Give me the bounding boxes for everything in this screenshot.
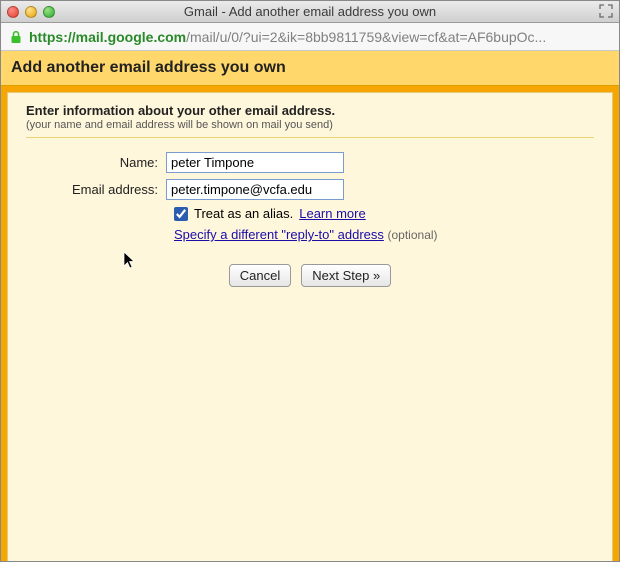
reply-to-row: Specify a different "reply-to" address (… — [174, 227, 594, 242]
learn-more-link[interactable]: Learn more — [299, 206, 365, 221]
url-bar[interactable]: https://mail.google.com/mail/u/0/?ui=2&i… — [1, 23, 619, 51]
popup-window: Gmail - Add another email address you ow… — [0, 0, 620, 562]
cancel-button[interactable]: Cancel — [229, 264, 291, 287]
window-title: Gmail - Add another email address you ow… — [1, 4, 619, 19]
page-header: Add another email address you own — [1, 51, 619, 86]
page-title: Add another email address you own — [11, 59, 609, 77]
url-host: ://mail.google.com — [63, 29, 186, 45]
url-path: /mail/u/0/?ui=2&ik=8bb9811759&view=cf&at… — [186, 29, 546, 45]
expand-icon[interactable] — [599, 4, 613, 18]
button-row: Cancel Next Step » — [26, 264, 594, 287]
alias-label: Treat as an alias. — [194, 206, 293, 221]
email-label: Email address: — [26, 182, 166, 197]
form-card: Enter information about your other email… — [7, 92, 613, 561]
url-text: https://mail.google.com/mail/u/0/?ui=2&i… — [29, 29, 611, 45]
page-content: Add another email address you own Enter … — [1, 51, 619, 561]
divider — [26, 137, 594, 138]
email-row: Email address: — [26, 179, 594, 200]
alias-row: Treat as an alias. Learn more — [174, 206, 594, 221]
reply-to-link[interactable]: Specify a different "reply-to" address — [174, 227, 384, 242]
email-input[interactable] — [166, 179, 344, 200]
url-scheme: https — [29, 29, 63, 45]
name-input[interactable] — [166, 152, 344, 173]
section-title: Enter information about your other email… — [26, 103, 594, 118]
section-subtitle: (your name and email address will be sho… — [26, 119, 594, 131]
reply-to-optional: (optional) — [388, 228, 438, 242]
name-label: Name: — [26, 155, 166, 170]
next-step-button[interactable]: Next Step » — [301, 264, 391, 287]
titlebar: Gmail - Add another email address you ow… — [1, 1, 619, 23]
alias-checkbox[interactable] — [174, 207, 188, 221]
lock-icon — [9, 30, 23, 44]
name-row: Name: — [26, 152, 594, 173]
